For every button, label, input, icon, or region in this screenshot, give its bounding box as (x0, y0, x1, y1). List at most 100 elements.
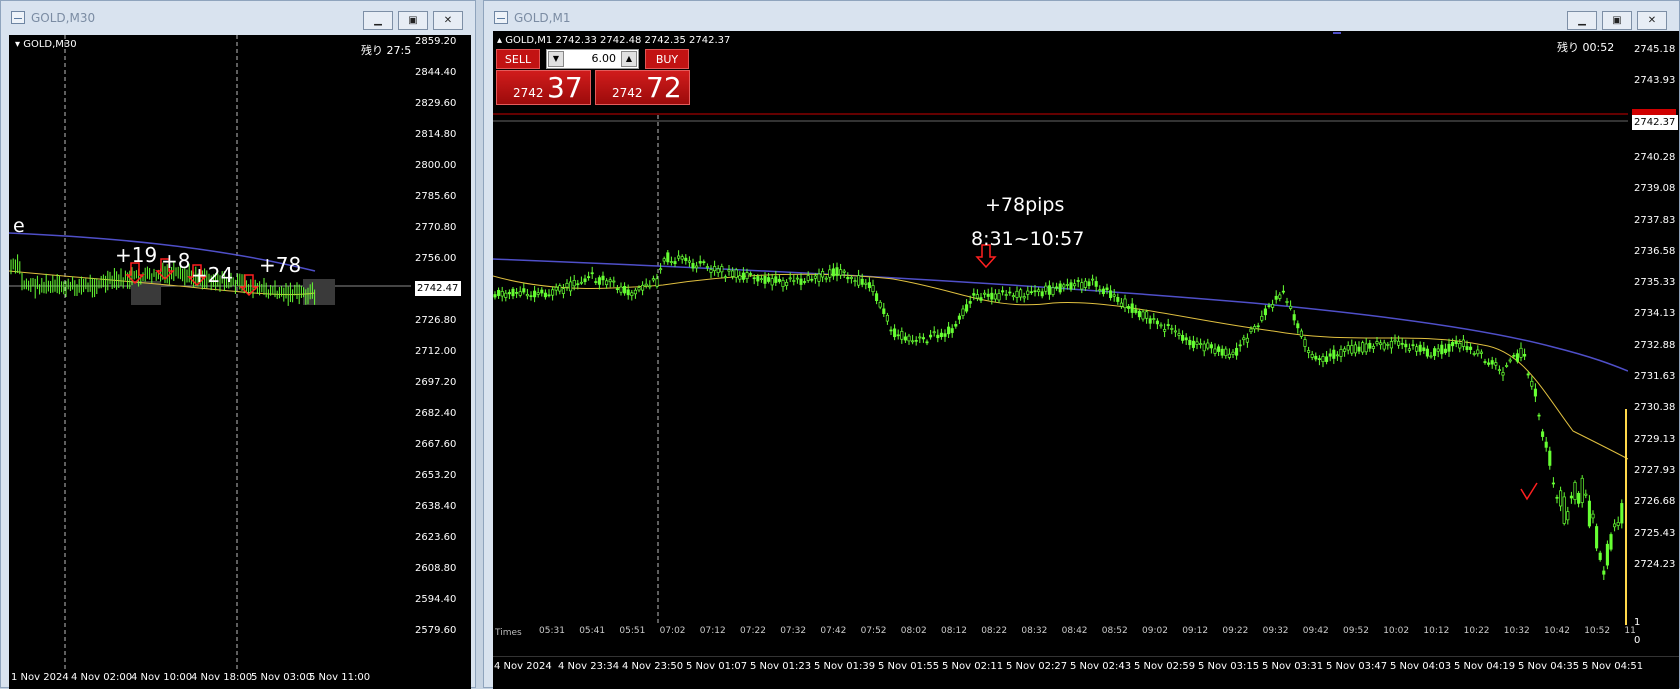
right-candle-body (997, 293, 1001, 301)
right-candle-body (1487, 362, 1491, 365)
right-price-tick: 2732.88 (1634, 339, 1676, 351)
right-candle-body (1094, 281, 1098, 287)
right-candle-body (500, 291, 504, 297)
right-candle-body (1238, 344, 1242, 347)
right-candle-body (666, 252, 670, 263)
right-upper-time-tick: 05:31 (539, 626, 565, 636)
right-title-bar[interactable]: GOLD,M1 ▁ ▣ ✕ (484, 1, 1679, 35)
right-time-axis-lower[interactable]: 4 Nov 2024 4 Nov 23:34 4 Nov 23:50 5 Nov 01… (493, 656, 1679, 679)
maximize-icon: ▣ (1612, 15, 1622, 26)
right-candle-body (1418, 344, 1422, 352)
left-time-tick: 4 Nov 10:00 (131, 672, 193, 683)
right-candle-body (1548, 450, 1552, 466)
right-price-tick: 2730.38 (1634, 402, 1676, 414)
left-price-tick: 2770.80 (415, 222, 457, 233)
left-chart[interactable]: ▾ GOLD,M30 残り 27:58 e +19 +8 +24 +78 285… (9, 35, 471, 689)
right-price-tick: 2739.08 (1634, 183, 1676, 195)
right-upper-time-tick: 10:52 (1584, 626, 1611, 636)
minimize-button-right[interactable]: ▁ (1567, 11, 1597, 30)
maximize-button-right[interactable]: ▣ (1602, 11, 1632, 30)
right-price-tick: 2727.93 (1634, 464, 1676, 476)
right-candle-body (547, 294, 551, 297)
right-price-tick: 2735.33 (1634, 277, 1676, 289)
right-upper-time-tick: 10:42 (1544, 626, 1570, 636)
right-candle-body (1040, 291, 1044, 297)
left-price-scale[interactable]: 2859.20 2844.40 2829.60 2814.80 2800.00 2785.… (411, 35, 471, 689)
right-time-axis-upper[interactable]: 05:31 05:41 05:51 07:02 07:12 07:22 07:32 07:42… (493, 625, 1636, 641)
right-candle-body (972, 293, 976, 296)
right-candle-body (1307, 350, 1311, 353)
right-candle-body (1170, 328, 1174, 330)
right-candle-body (1595, 526, 1599, 549)
left-title-bar[interactable]: GOLD,M30 ▁ ▣ ✕ (1, 1, 475, 35)
buy-label-button[interactable]: BUY (645, 49, 689, 69)
right-candle-body (1519, 347, 1523, 358)
right-candle-body (1346, 345, 1350, 351)
right-symbol-label[interactable]: ▴ GOLD,M1 2742.33 2742.48 2742.35 2742.3… (497, 35, 730, 46)
right-candle-body (1181, 335, 1185, 341)
right-candle-body (1555, 496, 1559, 499)
right-candle-body (1533, 388, 1537, 397)
right-candle-body (1278, 294, 1282, 299)
right-candle-body (893, 328, 897, 338)
lot-decrease-button[interactable]: ▼ (548, 51, 564, 67)
minimize-button[interactable]: ▁ (363, 11, 393, 30)
right-candle-body (1515, 353, 1519, 362)
sell-button[interactable]: SELL (496, 49, 540, 69)
right-candle-body (633, 289, 637, 295)
lot-increase-button[interactable]: ▲ (621, 51, 637, 67)
right-candle-body (515, 292, 519, 294)
right-candle-body (795, 277, 799, 280)
right-lower-time-tick: 5 Nov 02:11 (942, 661, 1004, 672)
right-candle-body (1202, 343, 1206, 352)
right-upper-time-tick: 08:22 (981, 626, 1008, 636)
right-candle-body (921, 337, 925, 340)
right-chart[interactable]: ▴ GOLD,M1 2742.33 2742.48 2742.35 2742.3… (493, 31, 1679, 689)
right-candle-body (1343, 348, 1347, 352)
maximize-button[interactable]: ▣ (398, 11, 428, 30)
right-candle-body (752, 277, 756, 280)
right-candle-body (1440, 344, 1444, 355)
right-candle-body (831, 268, 835, 277)
collapse-triangle-icon: ▾ (15, 39, 21, 50)
close-button-right[interactable]: ✕ (1637, 11, 1667, 30)
right-price-scale[interactable]: 2745.182743.932741.482740.282739.082737.… (1628, 31, 1679, 656)
right-candle-body (1087, 281, 1091, 287)
right-upper-time-tick: 07:02 (659, 626, 686, 636)
left-price-tick: 2800.00 (415, 160, 457, 171)
right-candle-body (914, 340, 918, 342)
right-candle-body (1350, 345, 1354, 354)
left-symbol-label[interactable]: ▾ GOLD,M30 (15, 39, 77, 50)
right-candle-body (1404, 343, 1408, 348)
close-button[interactable]: ✕ (433, 11, 463, 30)
right-price-plot[interactable] (493, 31, 1628, 625)
left-time-axis[interactable]: 1 Nov 2024 4 Nov 02:00 4 Nov 10:00 4 Nov 18… (9, 669, 411, 689)
right-candle-body (1357, 346, 1361, 352)
right-candle-body (1407, 348, 1411, 351)
right-candle-body (734, 269, 738, 278)
right-candle-body (1217, 346, 1221, 352)
left-price-plot[interactable] (9, 35, 411, 689)
right-candle-body (1458, 343, 1462, 349)
right-candle-body (662, 258, 666, 262)
right-candle-body (705, 266, 709, 268)
sub-scale-tick: 0 (1634, 635, 1641, 646)
right-candle-body (756, 276, 760, 282)
right-candle-body (871, 285, 875, 293)
right-candle-body (1512, 355, 1516, 357)
right-candle-body (1015, 290, 1019, 298)
right-price-tick: 2743.93 (1634, 75, 1676, 87)
buy-price-button[interactable]: 2742 72 (595, 70, 690, 105)
sell-price-button[interactable]: 2742 37 (496, 70, 591, 105)
buy-price-big-figure: 2742 (612, 86, 643, 100)
left-price-tick: 2667.60 (415, 439, 457, 450)
right-candle-body (1476, 349, 1480, 355)
left-price-tick: 2608.80 (415, 563, 457, 574)
left-edge-text: e (13, 215, 25, 237)
times-label: Times (495, 628, 522, 638)
right-candle-body (1083, 280, 1087, 288)
lot-size-input[interactable]: ▼ 6.00 ▲ (546, 49, 639, 69)
right-candle-body (824, 277, 828, 280)
right-candle-body (641, 284, 645, 291)
right-lower-time-tick: 4 Nov 2024 (494, 661, 552, 672)
